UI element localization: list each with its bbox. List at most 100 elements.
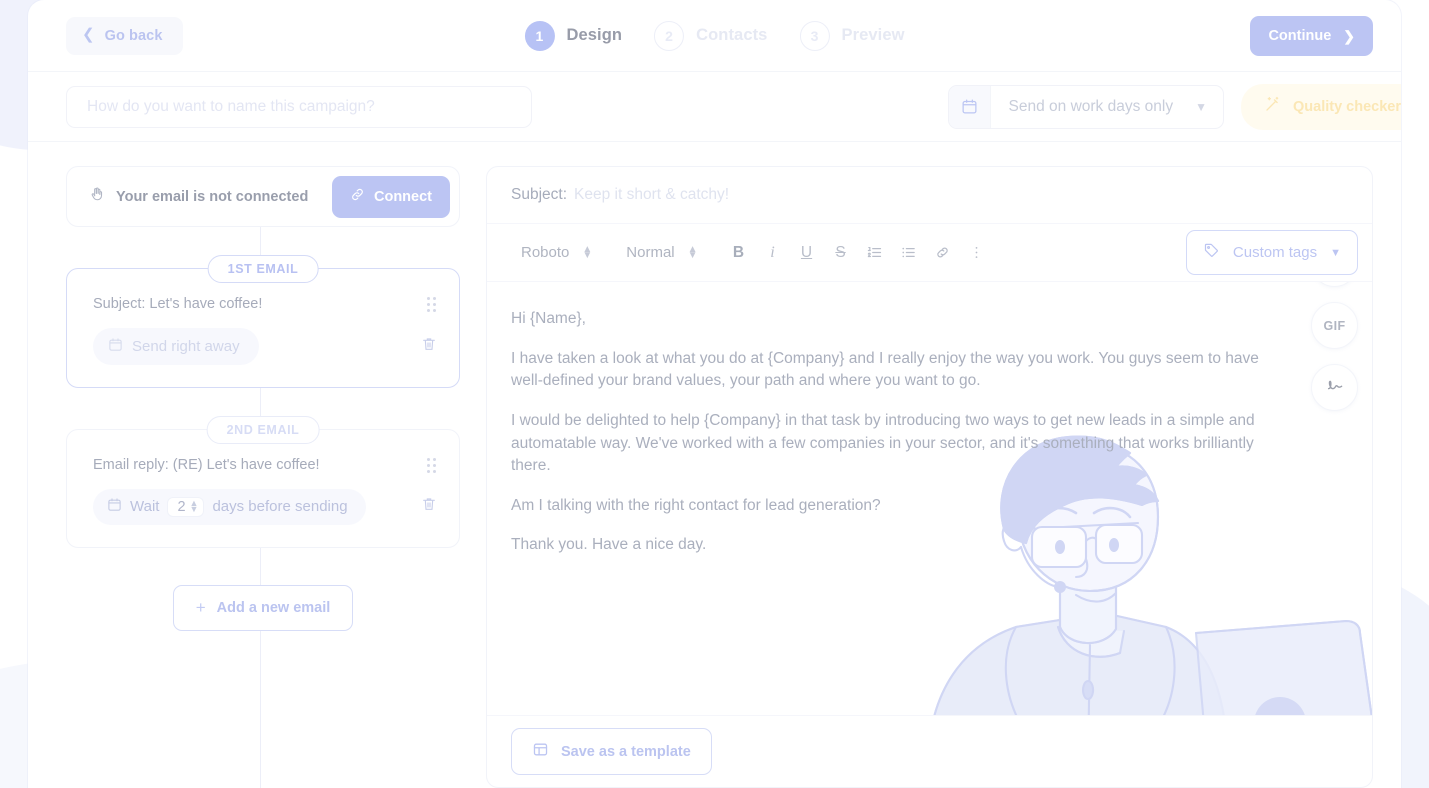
step-contacts[interactable]: 2 Contacts (654, 20, 768, 51)
drag-handle-icon[interactable] (427, 457, 441, 474)
chevron-down-icon: ▼ (1330, 246, 1341, 259)
send-schedule-selected: Send on work days only ▼ (991, 98, 1223, 116)
save-as-template-button[interactable]: Save as a template (511, 728, 712, 775)
step-contacts-number: 2 (654, 20, 685, 51)
step-design-label: Design (566, 26, 623, 44)
bold-button[interactable]: B (722, 237, 756, 269)
gif-icon: GIF (1323, 318, 1346, 333)
stepper-arrows-icon[interactable]: ▲ ▼ (190, 499, 199, 513)
italic-button[interactable]: i (756, 237, 790, 269)
more-options-button[interactable] (960, 237, 994, 269)
editor-footer: Save as a template (487, 715, 1372, 787)
stepper-arrows-icon: ▲ ▼ (582, 243, 593, 261)
email-step-timing-1: Send right away (93, 327, 441, 365)
email-body-paragraph: Thank you. Have a nice day. (511, 536, 707, 554)
email-step-badge-2: 2ND EMAIL (206, 415, 320, 444)
top-bar: ❮ Go back 1 Design 2 Contacts 3 Preview (28, 0, 1401, 72)
email-step-subject-2: Email reply: (RE) Let's have coffee! (93, 456, 320, 473)
email-connection-status-label: Your email is not connected (116, 188, 309, 205)
wait-prefix-label: Wait (130, 498, 160, 516)
tag-icon (1203, 242, 1220, 263)
email-body-paragraph: I would be delighted to help {Company} i… (511, 411, 1255, 475)
strikethrough-button[interactable]: S (824, 237, 858, 269)
send-timing-label-1: Send right away (132, 337, 240, 355)
step-contacts-label: Contacts (696, 26, 768, 44)
step-preview-number: 3 (799, 20, 830, 51)
main-content: Your email is not connected Connect 1ST … (28, 142, 1401, 788)
editor-subject-input[interactable] (574, 186, 1348, 204)
font-size-select[interactable]: Normal ▲ ▼ (616, 238, 707, 267)
chevron-right-icon: ❯ (1343, 27, 1355, 44)
editor-subject-row: Subject: (487, 167, 1372, 224)
continue-label: Continue (1268, 27, 1332, 44)
email-step-badge-1: 1ST EMAIL (207, 255, 319, 283)
wait-suffix-label: days before sending (212, 498, 348, 516)
link-icon (350, 187, 365, 206)
wait-timing-pill-2[interactable]: Wait 2 ▲ ▼ days before sending (93, 488, 366, 525)
go-back-button[interactable]: ❮ Go back (66, 16, 183, 55)
email-step-header-1: Subject: Let's have coffee! (93, 295, 441, 314)
email-body-paragraph: Am I talking with the right contact for … (511, 496, 881, 514)
send-schedule-value: Send on work days only (1008, 97, 1174, 115)
chevron-down-icon: ▼ (1195, 99, 1207, 114)
calendar-icon (948, 85, 991, 128)
editor-toolbar: Roboto ▲ ▼ Normal ▲ ▼ B i U S Custom tag… (487, 224, 1372, 282)
wait-days-value: 2 (177, 498, 186, 515)
stepper-arrows-icon: ▲ ▼ (687, 243, 698, 261)
font-family-select[interactable]: Roboto ▲ ▼ (511, 238, 602, 267)
email-step-card-2[interactable]: 2ND EMAIL Email reply: (RE) Let's have c… (66, 415, 460, 548)
go-back-label: Go back (104, 27, 163, 44)
signature-icon (1324, 374, 1346, 401)
send-schedule-dropdown[interactable]: Send on work days only ▼ (947, 84, 1224, 129)
continue-button[interactable]: Continue ❯ (1250, 15, 1373, 56)
layout-template-icon (532, 741, 549, 762)
insert-signature-button[interactable] (1311, 364, 1358, 411)
font-size-value: Normal (626, 244, 675, 261)
email-step-subject-1: Subject: Let's have coffee! (93, 296, 263, 312)
custom-tags-dropdown[interactable]: Custom tags ▼ (1185, 230, 1358, 275)
app-root: ❮ Go back 1 Design 2 Contacts 3 Preview (0, 0, 1429, 788)
email-connection-card: Your email is not connected Connect (66, 166, 460, 227)
insert-image-button[interactable] (1311, 282, 1358, 287)
add-new-email-label: Add a new email (216, 599, 331, 616)
quality-checker-button[interactable]: Quality checker (1241, 83, 1401, 130)
insert-gif-button[interactable]: GIF (1311, 302, 1358, 349)
email-step-header-2: Email reply: (RE) Let's have coffee! (93, 456, 441, 475)
add-new-email-button[interactable]: + Add a new email (172, 584, 354, 631)
connect-button-label: Connect (374, 188, 432, 205)
send-timing-pill-1[interactable]: Send right away (93, 327, 259, 365)
email-step-timing-2: Wait 2 ▲ ▼ days before sending (93, 488, 441, 525)
campaign-editor-window: ❮ Go back 1 Design 2 Contacts 3 Preview (28, 0, 1401, 788)
email-body-editor[interactable]: Hi {Name}, I have taken a look at what y… (487, 282, 1372, 715)
wait-days-stepper[interactable]: 2 ▲ ▼ (167, 496, 205, 517)
editor-subject-label: Subject: (511, 186, 568, 203)
connect-email-button[interactable]: Connect (332, 175, 450, 218)
custom-tags-label: Custom tags (1232, 244, 1318, 261)
save-as-template-label: Save as a template (561, 743, 691, 760)
insert-link-button[interactable] (926, 237, 960, 269)
ordered-list-button[interactable] (858, 237, 892, 269)
bullet-list-button[interactable] (892, 237, 926, 269)
email-step-card-1[interactable]: 1ST EMAIL Subject: Let's have coffee! Se… (66, 255, 460, 388)
step-indicator: 1 Design 2 Contacts 3 Preview (524, 20, 905, 51)
magic-wand-icon (1263, 95, 1282, 119)
step-design-number: 1 (524, 20, 555, 51)
wave-hand-icon (89, 186, 105, 207)
underline-button[interactable]: U (790, 237, 824, 269)
chevron-left-icon: ❮ (82, 26, 95, 43)
step-preview[interactable]: 3 Preview (799, 20, 905, 51)
delete-email-step-2-button[interactable] (417, 492, 441, 521)
calendar-icon (107, 497, 122, 516)
step-preview-label: Preview (841, 26, 905, 44)
email-body-paragraph: I have taken a look at what you do at {C… (511, 349, 1259, 390)
campaign-name-input[interactable] (66, 85, 532, 128)
step-design[interactable]: 1 Design (524, 20, 623, 51)
editor-insert-tools: GIF (1311, 282, 1358, 411)
delete-email-step-1-button[interactable] (417, 332, 441, 361)
font-family-value: Roboto (521, 244, 570, 261)
quality-checker-label: Quality checker (1293, 98, 1401, 115)
campaign-settings-bar: Send on work days only ▼ Quality checker (28, 72, 1401, 142)
email-sequence-panel: Your email is not connected Connect 1ST … (66, 166, 460, 788)
email-connection-status: Your email is not connected (89, 186, 308, 207)
drag-handle-icon[interactable] (427, 297, 441, 313)
